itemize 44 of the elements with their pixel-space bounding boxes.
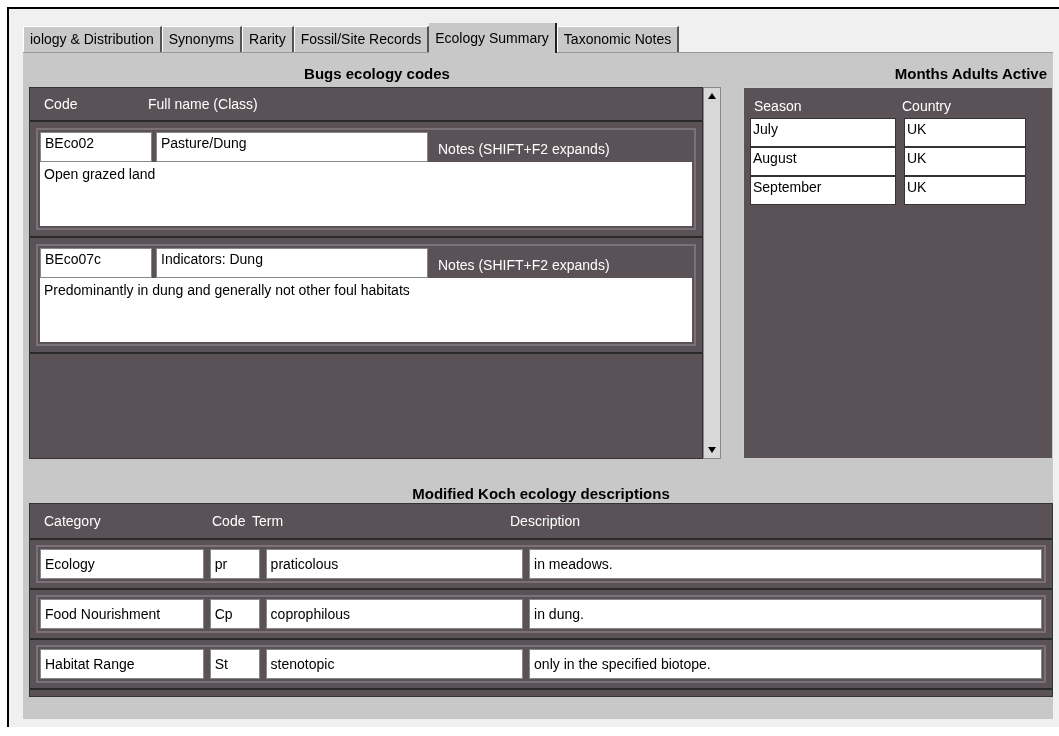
table-cell: St: [209, 649, 260, 679]
notes-label: Notes (SHIFT+F2 expands): [437, 256, 611, 275]
tab[interactable]: iology & Distribution: [23, 26, 162, 52]
scrollbar[interactable]: [703, 87, 721, 459]
name-field[interactable]: Pasture/Dung: [156, 132, 428, 162]
tab[interactable]: Ecology Summary: [429, 23, 557, 53]
code-field[interactable]: BEco07c: [40, 248, 152, 278]
column-header: Season: [753, 97, 803, 116]
table-cell: Habitat Range: [40, 649, 204, 679]
table-cell: August: [750, 147, 896, 176]
column-header: Full name (Class): [148, 94, 259, 114]
table-cell: stenotopic: [265, 649, 524, 679]
tab[interactable]: Taxonomic Notes: [556, 26, 680, 52]
table-cell: Cp: [209, 599, 260, 629]
table-cell: pr: [209, 549, 260, 579]
notes-label: Notes (SHIFT+F2 expands): [437, 140, 611, 159]
notes-field[interactable]: Open grazed land: [40, 162, 692, 226]
table-cell: in meadows.: [529, 549, 1042, 579]
table-cell: coprophilous: [265, 599, 524, 629]
table-cell: July: [750, 118, 896, 147]
column-header: Description: [510, 511, 582, 531]
table-cell: Ecology: [40, 549, 204, 579]
notes-field[interactable]: Predominantly in dung and generally not other foul habitats: [40, 278, 692, 342]
table-cell: UK: [904, 176, 1026, 205]
table-cell: only in the specified biotope.: [529, 649, 1042, 679]
name-field[interactable]: Indicators: Dung: [156, 248, 428, 278]
table-cell: in dung.: [529, 599, 1042, 629]
section-title: Modified Koch ecology descriptions: [411, 484, 671, 503]
table-cell: September: [750, 176, 896, 205]
table-cell: Food Nourishment: [40, 599, 204, 629]
tab[interactable]: Fossil/Site Records: [293, 26, 430, 52]
section-title: Months Adults Active: [893, 64, 1048, 84]
table-cell: UK: [904, 147, 1026, 176]
tab[interactable]: Synonyms: [161, 26, 243, 52]
code-field[interactable]: BEco02: [40, 132, 152, 162]
table-cell: UK: [904, 118, 1026, 147]
column-header: Category: [43, 511, 102, 531]
column-header: Term: [252, 511, 285, 531]
column-header: Country: [902, 97, 953, 116]
section-title: Bugs ecology codes: [303, 64, 451, 84]
tab[interactable]: Rarity: [242, 26, 294, 52]
column-header: Code: [212, 511, 247, 531]
column-header: Code: [43, 94, 79, 114]
table-cell: praticolous: [265, 549, 524, 579]
